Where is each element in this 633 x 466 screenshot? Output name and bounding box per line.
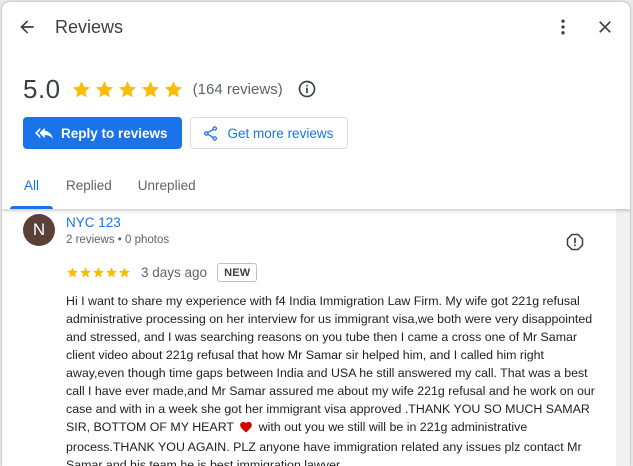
report-icon bbox=[566, 233, 584, 251]
info-icon[interactable] bbox=[297, 79, 317, 99]
star-icon bbox=[93, 267, 104, 278]
more-options-button[interactable] bbox=[549, 13, 577, 41]
action-buttons: Reply to reviews Get more reviews bbox=[23, 117, 349, 149]
close-button[interactable] bbox=[591, 13, 619, 41]
review-text: Hi I want to share my experience with f4… bbox=[66, 292, 600, 466]
reply-to-reviews-button[interactable]: Reply to reviews bbox=[23, 117, 182, 149]
review-text-part-1: Hi I want to share my experience with f4… bbox=[66, 294, 595, 434]
report-review-button[interactable] bbox=[561, 228, 589, 256]
tab-replied[interactable]: Replied bbox=[53, 164, 125, 209]
reviews-panel: Reviews 5.0 (164 reviews) Reply to revie… bbox=[2, 2, 630, 466]
share-icon bbox=[202, 124, 220, 142]
star-icon bbox=[72, 80, 90, 97]
star-icon bbox=[141, 80, 159, 97]
review-rating-line: 3 days ago NEW bbox=[66, 263, 258, 282]
top-bar: Reviews bbox=[2, 2, 630, 54]
review-list[interactable]: N NYC 123 2 reviews • 0 photos 3 days ag… bbox=[2, 209, 630, 466]
star-icon bbox=[95, 80, 113, 97]
rating-summary: 5.0 (164 reviews) bbox=[23, 73, 317, 105]
review-date: 3 days ago bbox=[141, 265, 208, 280]
close-icon bbox=[599, 21, 611, 33]
review-stars bbox=[66, 266, 131, 279]
star-icon bbox=[164, 80, 182, 97]
page-title: Reviews bbox=[55, 17, 124, 37]
get-more-reviews-button[interactable]: Get more reviews bbox=[189, 117, 349, 149]
reply-button-label: Reply to reviews bbox=[61, 125, 168, 141]
back-button[interactable] bbox=[13, 13, 41, 41]
review-count: (164 reviews) bbox=[192, 80, 283, 98]
reviewer-meta: 2 reviews • 0 photos bbox=[66, 234, 170, 246]
star-icon bbox=[118, 80, 136, 97]
reply-all-icon bbox=[35, 124, 53, 142]
star-icon bbox=[67, 267, 78, 278]
rating-stars bbox=[71, 79, 184, 100]
more-vert-icon bbox=[561, 19, 565, 35]
heart-icon bbox=[239, 420, 253, 438]
reviewer-name[interactable]: NYC 123 bbox=[66, 215, 121, 230]
review-filter-tabs: All Replied Unreplied bbox=[2, 164, 209, 209]
get-more-label: Get more reviews bbox=[227, 125, 334, 141]
new-badge: NEW bbox=[217, 263, 258, 282]
avatar[interactable]: N bbox=[23, 214, 55, 246]
star-icon bbox=[80, 267, 91, 278]
average-rating: 5.0 bbox=[23, 73, 61, 104]
arrow-back-icon bbox=[20, 20, 34, 34]
tab-all[interactable]: All bbox=[2, 164, 54, 209]
tab-unreplied[interactable]: Unreplied bbox=[125, 164, 209, 209]
star-icon bbox=[119, 267, 130, 278]
scrollbar[interactable] bbox=[616, 209, 630, 466]
reviews-header: Reviews 5.0 (164 reviews) Reply to revie… bbox=[2, 2, 630, 209]
star-icon bbox=[106, 267, 117, 278]
